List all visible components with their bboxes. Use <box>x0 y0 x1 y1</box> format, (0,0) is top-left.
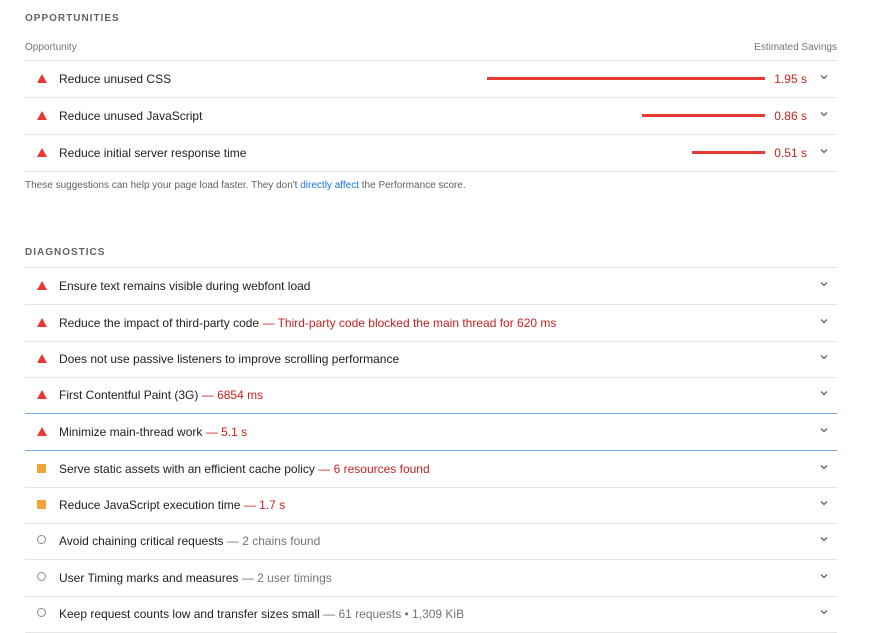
opportunities-title: OPPORTUNITIES <box>25 13 120 24</box>
separator-dash: — <box>241 571 254 585</box>
average-square-icon <box>37 464 46 473</box>
chevron-down-icon[interactable] <box>819 279 829 289</box>
chevron-down-icon[interactable] <box>819 425 829 435</box>
savings-value: 1.95 s <box>774 72 807 86</box>
diagnostic-display-value: 5.1 s <box>221 425 248 439</box>
diagnostic-row[interactable]: Does not use passive listeners to improv… <box>25 341 837 378</box>
diagnostic-row[interactable]: User Timing marks and measures — 2 user … <box>25 560 837 597</box>
separator-dash: — <box>318 462 331 476</box>
fail-triangle-icon <box>37 354 47 363</box>
fail-triangle-icon <box>37 148 47 157</box>
fail-triangle-icon <box>37 318 47 327</box>
fail-triangle-icon <box>37 390 47 399</box>
chevron-down-icon[interactable] <box>819 571 829 581</box>
diagnostic-display-value: 2 chains found <box>242 534 321 548</box>
savings-value: 0.86 s <box>774 109 807 123</box>
diagnostic-row[interactable]: Reduce JavaScript execution time — 1.7 s <box>25 487 837 524</box>
pass-circle-icon <box>37 608 46 617</box>
average-square-icon <box>37 500 46 509</box>
diagnostic-row[interactable]: Keep request counts low and transfer siz… <box>25 596 837 633</box>
pass-circle-icon <box>37 535 46 544</box>
fail-triangle-icon <box>37 427 47 436</box>
chevron-down-icon[interactable] <box>819 498 829 508</box>
diagnostic-display-value: Third-party code blocked the main thread… <box>277 316 557 330</box>
chevron-down-icon[interactable] <box>819 72 829 82</box>
diagnostic-label: Keep request counts low and transfer siz… <box>59 607 320 621</box>
separator-dash: — <box>323 607 336 621</box>
note-text-before: These suggestions can help your page loa… <box>25 180 298 191</box>
diagnostic-label: Reduce JavaScript execution time <box>59 498 241 512</box>
directly-affect-link[interactable]: directly affect <box>300 180 359 191</box>
fail-triangle-icon <box>37 281 47 290</box>
separator-dash: — <box>243 498 256 512</box>
pass-circle-icon <box>37 572 46 581</box>
fail-triangle-icon <box>37 74 47 83</box>
chevron-down-icon[interactable] <box>819 109 829 119</box>
separator-dash: — <box>262 316 275 330</box>
diagnostic-label: Ensure text remains visible during webfo… <box>59 279 311 293</box>
opportunities-column-header: Opportunity Estimated Savings <box>25 42 837 61</box>
savings-bar <box>692 151 765 154</box>
diagnostic-row[interactable]: Ensure text remains visible during webfo… <box>25 268 837 305</box>
savings-value: 0.51 s <box>774 146 807 160</box>
chevron-down-icon[interactable] <box>819 316 829 326</box>
diagnostic-row[interactable]: Avoid chaining critical requests — 2 cha… <box>25 523 837 560</box>
diagnostic-label: Reduce the impact of third-party code <box>59 316 260 330</box>
chevron-down-icon[interactable] <box>819 146 829 156</box>
diagnostic-row[interactable]: Minimize main-thread work — 5.1 s <box>25 414 837 451</box>
diagnostic-display-value: 1.7 s <box>259 498 286 512</box>
opportunity-row[interactable]: Reduce unused JavaScript 0.86 s <box>25 98 837 135</box>
diagnostic-label: Serve static assets with an efficient ca… <box>59 462 315 476</box>
diagnostic-row[interactable]: Reduce the impact of third-party code — … <box>25 305 837 342</box>
chevron-down-icon[interactable] <box>819 352 829 362</box>
diagnostic-row[interactable]: Serve static assets with an efficient ca… <box>25 451 837 488</box>
diagnostic-display-value: 2 user timings <box>257 571 332 585</box>
chevron-down-icon[interactable] <box>819 607 829 617</box>
chevron-down-icon[interactable] <box>819 534 829 544</box>
column-estimated-savings: Estimated Savings <box>754 42 837 53</box>
separator-dash: — <box>205 425 218 439</box>
diagnostic-row[interactable]: First Contentful Paint (3G) — 6854 ms <box>25 377 837 414</box>
diagnostic-display-value: 6854 ms <box>217 388 264 402</box>
opportunities-note: These suggestions can help your page loa… <box>25 180 466 191</box>
chevron-down-icon[interactable] <box>819 388 829 398</box>
diagnostic-label: Minimize main-thread work <box>59 425 203 439</box>
fail-triangle-icon <box>37 111 47 120</box>
diagnostic-label: User Timing marks and measures <box>59 571 239 585</box>
separator-dash: — <box>201 388 214 402</box>
diagnostic-display-value: 61 requests • 1,309 KiB <box>338 607 465 621</box>
savings-bar <box>487 77 765 80</box>
diagnostic-label: First Contentful Paint (3G) <box>59 388 199 402</box>
separator-dash: — <box>226 534 239 548</box>
diagnostic-display-value: 6 resources found <box>333 462 430 476</box>
opportunity-label: Reduce initial server response time <box>59 146 247 160</box>
savings-bar <box>642 114 765 117</box>
opportunity-row[interactable]: Reduce initial server response time 0.51… <box>25 135 837 172</box>
column-opportunity: Opportunity <box>25 42 77 53</box>
diagnostics-title: DIAGNOSTICS <box>25 247 106 258</box>
opportunity-label: Reduce unused JavaScript <box>59 109 203 123</box>
opportunity-row[interactable]: Reduce unused CSS 1.95 s <box>25 61 837 98</box>
opportunity-label: Reduce unused CSS <box>59 72 172 86</box>
note-text-after: the Performance score. <box>361 180 466 191</box>
chevron-down-icon[interactable] <box>819 462 829 472</box>
diagnostic-label: Does not use passive listeners to improv… <box>59 352 400 366</box>
diagnostic-label: Avoid chaining critical requests <box>59 534 224 548</box>
